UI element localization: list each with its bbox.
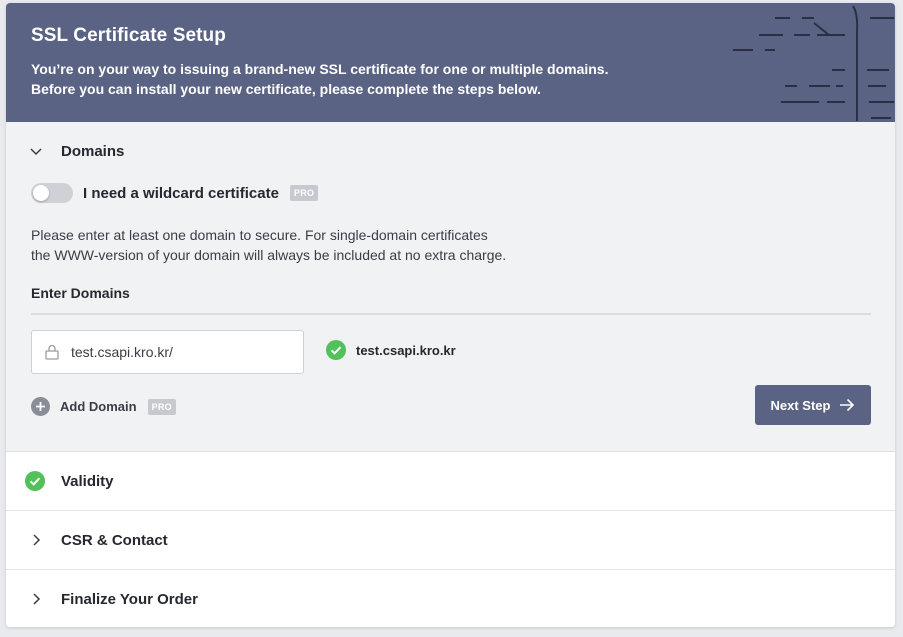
step-validity[interactable]: Validity bbox=[6, 452, 895, 511]
next-step-label: Next Step bbox=[770, 397, 831, 413]
pro-badge: PRO bbox=[147, 398, 176, 415]
header-banner: SSL Certificate Setup You’re on your way… bbox=[6, 3, 895, 122]
info-line-2: the WWW-version of your domain will alwa… bbox=[31, 247, 507, 263]
domains-info-text: Please enter at least one domain to secu… bbox=[31, 225, 631, 265]
decorative-code-art bbox=[733, 5, 894, 121]
validated-domain-name: test.csapi.kro.kr bbox=[356, 342, 456, 358]
wildcard-toggle-row: I need a wildcard certificate PRO bbox=[31, 183, 319, 203]
info-line-1: Please enter at least one domain to secu… bbox=[31, 227, 488, 243]
chevron-right-icon bbox=[33, 534, 41, 546]
domain-input-field[interactable]: test.csapi.kro.kr/ bbox=[31, 330, 304, 374]
check-circle-icon bbox=[326, 340, 346, 360]
pro-badge: PRO bbox=[289, 185, 319, 201]
validated-domain: test.csapi.kro.kr bbox=[326, 340, 456, 360]
step-csr-contact[interactable]: CSR & Contact bbox=[6, 511, 895, 570]
wildcard-toggle[interactable] bbox=[31, 183, 73, 203]
toggle-knob bbox=[33, 185, 49, 201]
ssl-setup-card: SSL Certificate Setup You’re on your way… bbox=[6, 3, 895, 627]
enter-domains-label: Enter Domains bbox=[31, 285, 130, 301]
chevron-down-icon bbox=[30, 148, 42, 156]
check-circle-icon bbox=[25, 471, 45, 491]
page-title: SSL Certificate Setup bbox=[31, 25, 226, 46]
step-icon-wrap bbox=[6, 471, 61, 491]
domain-input-value: test.csapi.kro.kr/ bbox=[71, 344, 173, 360]
step-title-finalize-order: Finalize Your Order bbox=[61, 590, 198, 608]
step-icon-wrap bbox=[6, 532, 61, 548]
next-step-button[interactable]: Next Step bbox=[755, 385, 871, 425]
step-icon-wrap bbox=[6, 591, 61, 607]
step-title-csr-contact: CSR & Contact bbox=[61, 531, 168, 549]
step-finalize-order[interactable]: Finalize Your Order bbox=[6, 570, 895, 627]
domains-section-title: Domains bbox=[61, 142, 125, 160]
add-domain-label: Add Domain bbox=[60, 399, 137, 414]
arrow-right-icon bbox=[840, 398, 855, 412]
header-description-line-1: You’re on your way to issuing a brand-ne… bbox=[31, 61, 609, 77]
domains-section-header[interactable]: Domains bbox=[28, 139, 124, 163]
domains-section: Domains I need a wildcard certificate PR… bbox=[6, 122, 895, 452]
chevron-right-icon bbox=[33, 593, 41, 605]
lock-icon bbox=[45, 344, 59, 360]
header-description: You’re on your way to issuing a brand-ne… bbox=[31, 59, 671, 99]
step-title-validity: Validity bbox=[61, 472, 114, 490]
plus-circle-icon bbox=[31, 397, 50, 416]
divider bbox=[31, 313, 871, 315]
header-description-line-2: Before you can install your new certific… bbox=[31, 81, 541, 97]
add-domain-button[interactable]: Add Domain PRO bbox=[31, 397, 176, 416]
wildcard-label: I need a wildcard certificate bbox=[83, 184, 279, 202]
